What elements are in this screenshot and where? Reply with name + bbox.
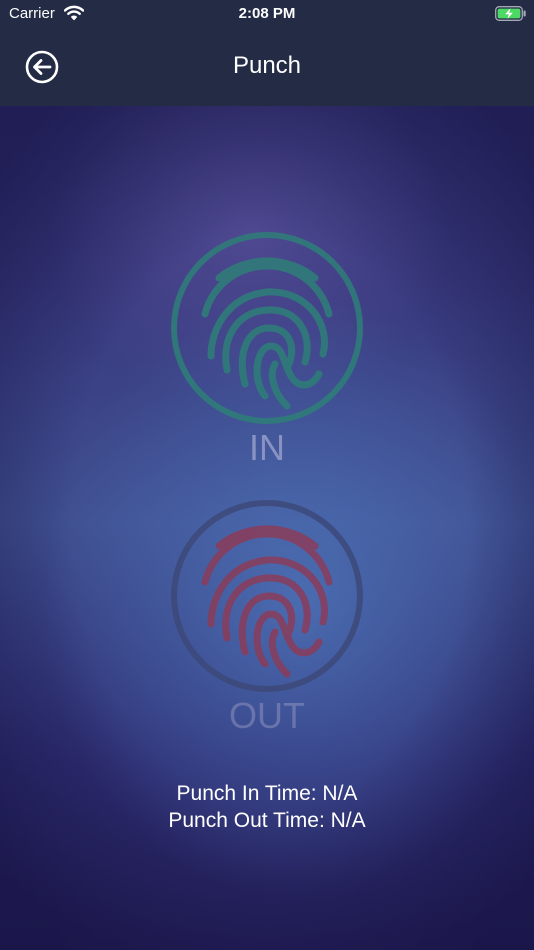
punch-out-time: Punch Out Time: N/A <box>168 809 366 832</box>
page-title: Punch <box>232 52 302 79</box>
navigation-bar: Punch <box>0 28 534 106</box>
punch-in-time: Punch In Time: N/A <box>176 782 358 805</box>
fingerprint-icon <box>171 232 363 424</box>
punch-in-button[interactable]: IN <box>167 228 367 468</box>
fingerprint-icon <box>171 500 363 692</box>
punch-out-button[interactable]: OUT <box>167 496 367 736</box>
status-bar: Carrier 2:08 PM <box>0 0 534 28</box>
battery-charging-icon <box>495 6 526 21</box>
punch-in-label: IN <box>249 427 285 468</box>
status-time: 2:08 PM <box>238 5 296 22</box>
punch-times: Punch In Time: N/A Punch Out Time: N/A <box>0 780 534 834</box>
punch-out-label: OUT <box>229 695 305 736</box>
